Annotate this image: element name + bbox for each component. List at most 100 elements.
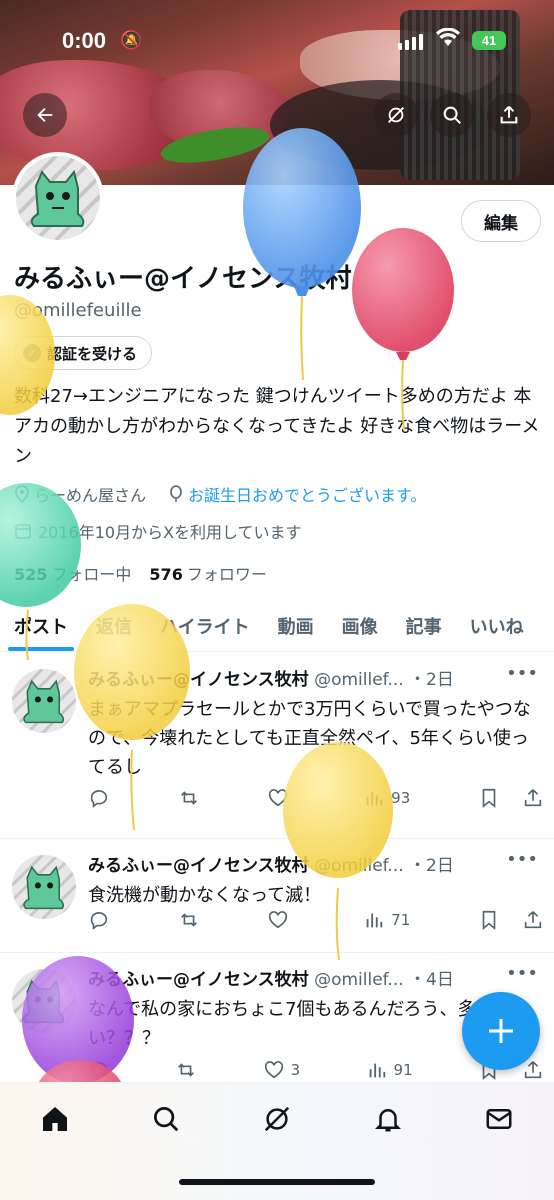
bookmark-icon[interactable] [478, 909, 500, 931]
battery-icon: 41 [472, 31, 506, 50]
bell-icon [374, 1109, 402, 1132]
followers-link[interactable]: 576 フォロワー [149, 561, 266, 585]
profile-bio: 数科27→エンジニアになった 鍵つけんツイート多めの方だよ 本アカの動かし方がわ… [14, 386, 540, 467]
share-icon[interactable] [522, 909, 544, 931]
verified-badge-icon: ✓ [23, 344, 41, 362]
share-icon[interactable] [522, 787, 544, 809]
profile-name: みるふぃー@イノセンス牧村 [14, 264, 352, 294]
status-time: 0:00 [62, 28, 107, 53]
mail-icon [486, 1109, 512, 1129]
reply-icon [90, 912, 108, 930]
profile-avatar[interactable] [12, 152, 104, 244]
views-button[interactable]: 93 [363, 787, 410, 809]
share-icon[interactable] [522, 1059, 544, 1081]
status-bar: 0:00 🔕 41 [0, 0, 554, 80]
tab-photos[interactable]: 画像 [328, 600, 392, 651]
repost-button[interactable] [178, 909, 200, 931]
tab-posts[interactable]: ポスト [0, 600, 82, 651]
nav-search[interactable] [146, 1099, 186, 1139]
tab-replies[interactable]: 返信 [82, 600, 146, 651]
reply-button[interactable] [88, 1059, 110, 1081]
profile-meta: らーめん屋さん お誕生日おめでとうございます。 [14, 482, 426, 506]
views-icon [366, 791, 383, 806]
post-item[interactable]: みるふぃー@イノセンス牧村 @omillef... ・2日 ••• まぁアマプラ… [0, 653, 554, 839]
repost-button[interactable] [175, 1059, 197, 1081]
joined-text: 2016年10月からXを利用しています [38, 523, 302, 542]
following-link[interactable]: 525 フォロー中 [14, 561, 131, 585]
grok-icon [388, 107, 404, 123]
reply-icon [90, 1062, 108, 1080]
get-verified-button[interactable]: ✓ 認証を受ける [14, 336, 153, 370]
post-header: みるふぃー@イノセンス牧村 @omillef... ・4日 [88, 965, 454, 990]
post-avatar[interactable] [12, 669, 76, 733]
reply-icon [90, 790, 108, 808]
more-options-icon[interactable]: ••• [506, 663, 538, 684]
nav-messages[interactable] [479, 1099, 519, 1139]
post-avatar[interactable] [12, 969, 76, 1033]
search-icon [154, 1107, 179, 1132]
birthday-link[interactable]: お誕生日おめでとうございます。 [188, 482, 426, 506]
post-header: みるふぃー@イノセンス牧村 @omillef... ・2日 [88, 665, 454, 690]
post-avatar[interactable] [12, 855, 76, 919]
post-author-handle: @omillef... [314, 856, 404, 876]
post-author-name: みるふぃー@イノセンス牧村 [88, 970, 309, 990]
like-button[interactable]: 3 [263, 1059, 300, 1081]
tab-highlights[interactable]: ハイライト [146, 600, 264, 651]
edit-profile-button[interactable]: 編集 [461, 200, 541, 242]
home-icon [43, 1107, 67, 1131]
silent-bell-icon: 🔕 [120, 30, 143, 51]
location-pin-icon [15, 485, 29, 503]
post-time: ・2日 [409, 670, 454, 690]
heart-icon [264, 1061, 283, 1079]
post-item[interactable]: みるふぃー@イノセンス牧村 @omillef... ・2日 ••• 食洗機が動か… [0, 839, 554, 953]
post-actions: 71 [88, 909, 544, 931]
tab-likes[interactable]: いいね [456, 600, 538, 651]
balloon-icon [170, 485, 182, 502]
more-options-icon[interactable]: ••• [506, 849, 538, 870]
views-icon [366, 913, 383, 928]
profile-tabs: ポスト 返信 ハイライト 動画 画像 記事 いいね [0, 600, 554, 652]
heart-icon [269, 789, 288, 807]
post-author-handle: @omillef... [314, 670, 404, 690]
reply-button[interactable] [88, 909, 110, 931]
repost-icon [180, 791, 197, 805]
grok-button[interactable] [374, 93, 418, 137]
repost-button[interactable] [178, 787, 200, 809]
repost-icon [180, 913, 197, 927]
share-button[interactable] [487, 93, 531, 137]
post-author-name: みるふぃー@イノセンス牧村 [88, 670, 309, 690]
back-button[interactable] [23, 93, 67, 137]
views-button[interactable]: 91 [366, 1059, 413, 1081]
search-button[interactable] [430, 93, 474, 137]
post-text: まぁアマプラセールとかで3万円くらいで買ったやつなので、今壊れたとしても正直全然… [88, 699, 531, 778]
profile-handle: @omillefeuille [14, 300, 142, 321]
more-options-icon[interactable]: ••• [506, 963, 538, 984]
search-icon [443, 106, 461, 124]
views-button[interactable]: 71 [363, 909, 410, 931]
post-text: 食洗機が動かなくなって滅！ [88, 885, 322, 906]
get-verified-label: 認証を受ける [47, 344, 138, 363]
follow-stats: 525 フォロー中 576 フォロワー [14, 561, 267, 585]
views-icon [369, 1063, 385, 1078]
post-author-handle: @omillef... [314, 970, 404, 990]
profile-location: らーめん屋さん [34, 486, 147, 505]
cellular-signal-icon [398, 34, 423, 50]
post-actions: 93 [88, 787, 544, 809]
nav-notifications[interactable] [368, 1099, 408, 1139]
like-button[interactable] [267, 909, 295, 931]
calendar-icon [15, 524, 31, 539]
tab-articles[interactable]: 記事 [392, 600, 456, 651]
nav-grok[interactable] [257, 1099, 297, 1139]
nav-home[interactable] [35, 1099, 75, 1139]
post-time: ・2日 [409, 856, 454, 876]
post-author-name: みるふぃー@イノセンス牧村 [88, 856, 309, 876]
tab-videos[interactable]: 動画 [264, 600, 328, 651]
like-button[interactable] [267, 787, 295, 809]
arrow-left-icon [37, 107, 53, 123]
reply-button[interactable] [88, 787, 110, 809]
post-actions: 3 91 [88, 1059, 544, 1081]
grok-icon [264, 1106, 290, 1132]
compose-button[interactable] [462, 992, 540, 1070]
bookmark-icon[interactable] [478, 787, 500, 809]
heart-icon [269, 911, 288, 929]
